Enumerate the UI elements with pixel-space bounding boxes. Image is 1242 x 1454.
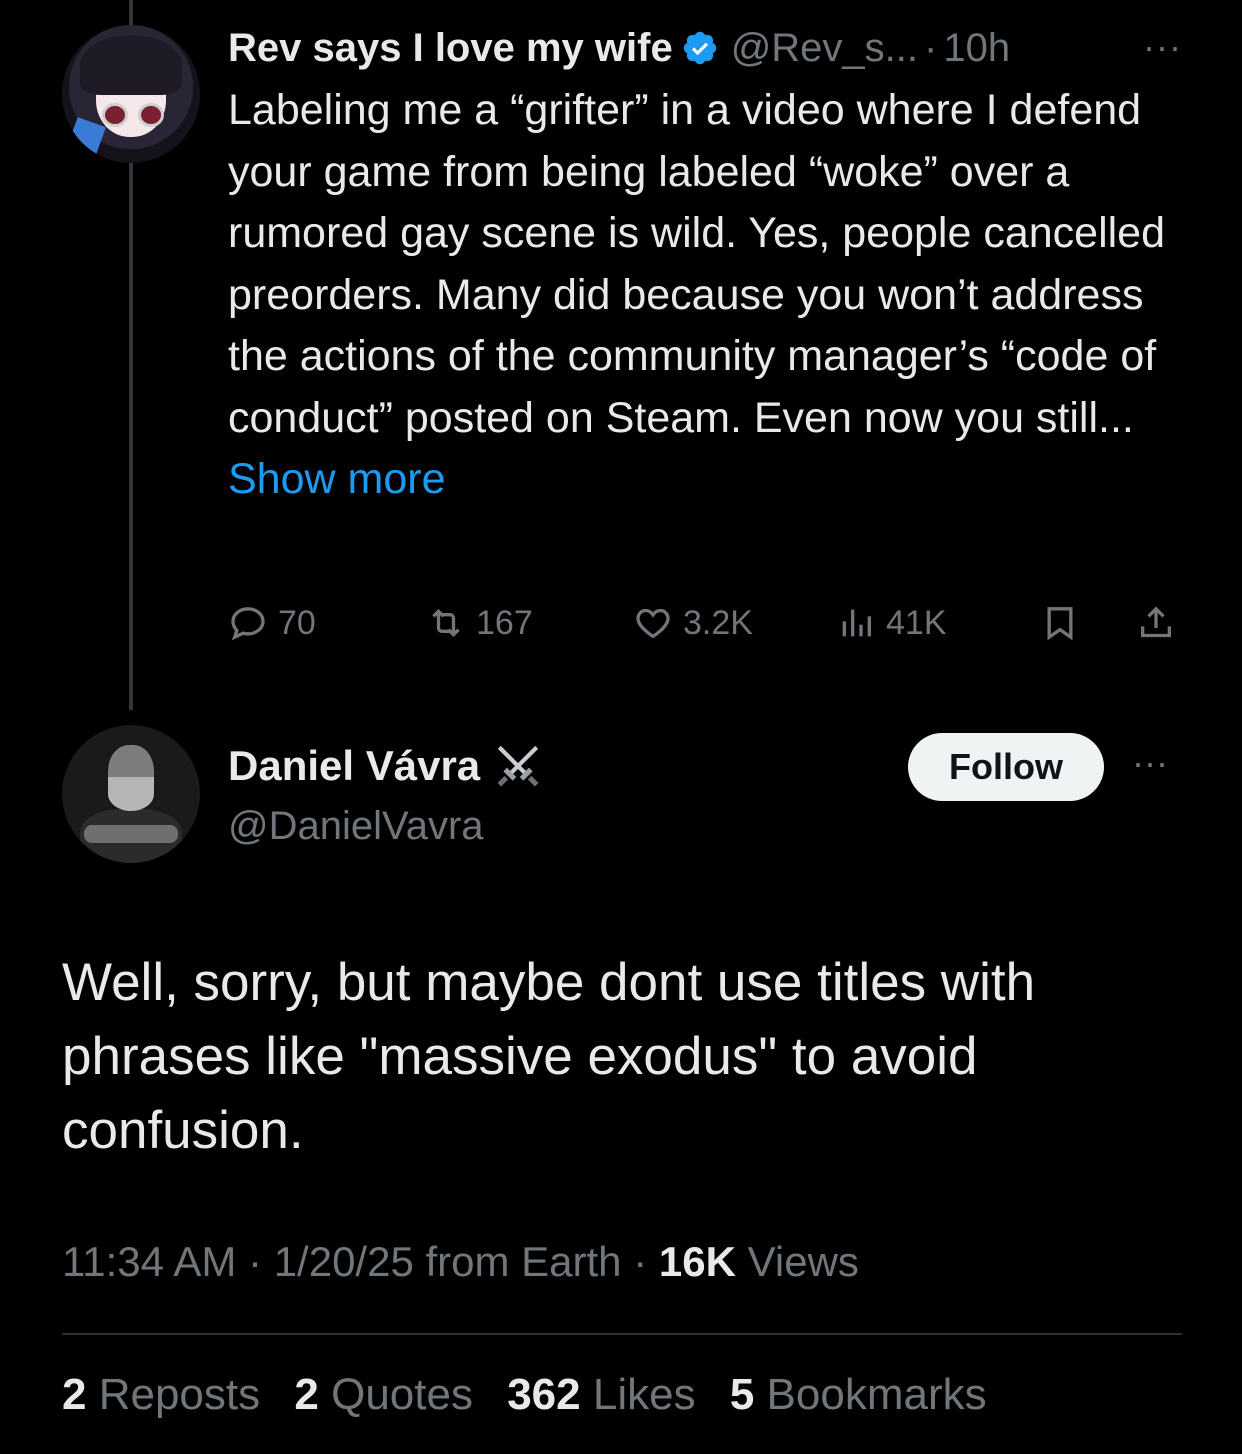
views-button[interactable]: 41K [836, 595, 947, 651]
separator-dot: · [924, 25, 938, 70]
avatar-arms [84, 825, 178, 843]
likes-stat[interactable]: 362 Likes [507, 1370, 695, 1419]
views-label: Views [747, 1238, 859, 1285]
repost-icon [432, 608, 460, 638]
action-bar: 70 167 3.2K 41K [228, 595, 1188, 651]
reply-count: 70 [278, 603, 316, 642]
reposts-stat[interactable]: 2 Reposts [62, 1370, 260, 1419]
avatar[interactable] [62, 25, 200, 163]
engagement-stats: 2 Reposts 2 Quotes 362 Likes 5 Bookmarks [62, 1370, 1009, 1420]
view-count: 41K [886, 603, 947, 642]
avatar-eye-right [138, 103, 164, 127]
reply-tweet-text: Labeling me a “grifter” in a video where… [228, 80, 1168, 511]
heart-icon [636, 608, 670, 639]
more-options-icon[interactable]: ··· [1132, 742, 1168, 784]
more-options-icon[interactable]: ··· [1143, 26, 1182, 68]
main-tweet-header: Daniel Vávra @DanielVavra [228, 738, 546, 849]
separator-dot: · [248, 1238, 263, 1285]
views-count: 16K [658, 1238, 736, 1285]
separator-dot: · [633, 1238, 648, 1285]
tweet-date[interactable]: 1/20/25 from Earth [274, 1238, 622, 1285]
tweet-timestamp-line: 11:34 AM · 1/20/25 from Earth · 16K View… [62, 1238, 859, 1286]
display-name[interactable]: Daniel Vávra [228, 742, 480, 790]
divider [62, 1333, 1182, 1335]
share-button[interactable] [1136, 595, 1186, 651]
like-count: 3.2K [683, 603, 753, 642]
avatar-beard [108, 777, 154, 811]
follow-button[interactable]: Follow [908, 733, 1104, 801]
handle[interactable]: @DanielVavra [228, 804, 546, 849]
reply-icon [231, 607, 265, 641]
bookmark-icon [1047, 607, 1073, 641]
reply-tweet-body: Labeling me a “grifter” in a video where… [228, 86, 1166, 442]
bookmarks-stat[interactable]: 5 Bookmarks [730, 1370, 987, 1419]
handle[interactable]: @Rev_s... [731, 26, 918, 71]
show-more-link[interactable]: Show more [228, 455, 445, 503]
crossed-swords-icon [497, 745, 539, 787]
bookmark-button[interactable] [1040, 595, 1090, 651]
verified-badge-icon[interactable] [681, 29, 719, 67]
like-button[interactable]: 3.2K [633, 595, 753, 651]
main-tweet-text: Well, sorry, but maybe dont use titles w… [62, 953, 1036, 1160]
quotes-stat[interactable]: 2 Quotes [294, 1370, 473, 1419]
repost-count: 167 [476, 603, 533, 642]
repost-button[interactable]: 167 [426, 595, 533, 651]
reply-tweet-header: Rev says I love my wife @Rev_s... · 10h [228, 20, 1010, 76]
share-icon [1141, 606, 1171, 638]
timestamp[interactable]: 10h [943, 26, 1010, 71]
avatar-eye-left [102, 103, 128, 127]
tweet-time[interactable]: 11:34 AM [62, 1238, 236, 1285]
reply-button[interactable]: 70 [228, 595, 316, 651]
avatar-hair [80, 35, 182, 95]
analytics-icon [842, 609, 871, 637]
display-name[interactable]: Rev says I love my wife [228, 26, 673, 71]
avatar[interactable] [62, 725, 200, 863]
avatar-detail [64, 117, 106, 163]
